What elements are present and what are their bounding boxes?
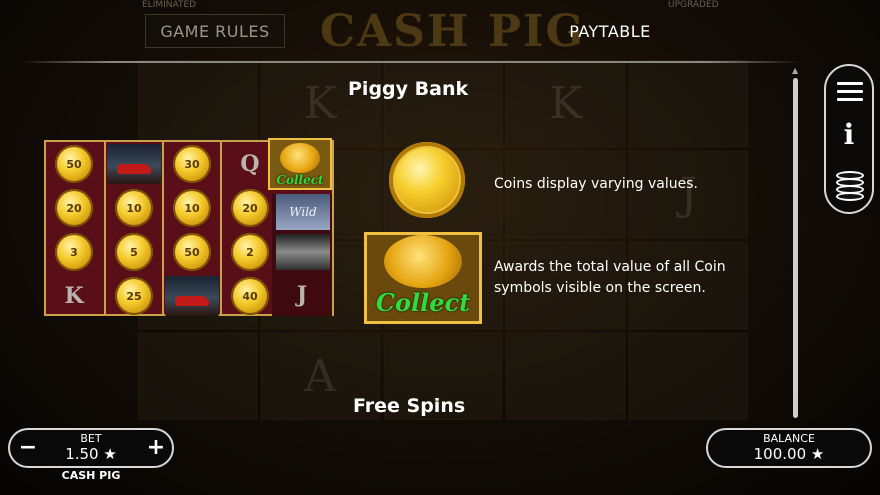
section-title-free-spins: Free Spins [353,395,466,417]
piggy-icon [280,143,320,173]
scroll-up-icon[interactable]: ▲ [792,66,798,75]
letter-symbol: J [272,274,332,316]
bg-cell: K [260,60,380,147]
game-name: CASH PIG [61,469,121,482]
tab-game-rules[interactable]: GAME RULES [145,14,285,48]
collect-description: Awards the total value of all Coin symbo… [494,259,726,296]
car-icon [165,276,219,316]
reel-column: 10 5 25 [104,142,162,315]
coin-icon: 10 [115,189,153,227]
coin-icon: 40 [231,277,269,315]
coin-icon: 50 [55,145,93,183]
info-icon[interactable]: i [826,118,872,151]
paytable-scrollbar[interactable]: ▲ [792,66,798,418]
letter-symbol: K [46,274,102,318]
coin-icon: 2 [231,233,269,271]
bg-cell [506,333,626,420]
background-tag-right: UPGRADED [668,0,719,10]
bg-cell [138,333,257,420]
coin-symbol: 50 [164,230,220,274]
letter-q: Q [240,151,260,177]
coin-icon: 50 [173,233,211,271]
reel-column: 30 10 50 [162,142,220,316]
coin-icon: 30 [173,145,211,183]
collect-symbol-small: Collect [268,138,332,190]
wild-symbol: Wild [276,194,330,230]
piggy-icon [384,235,462,288]
bg-cell [629,60,748,147]
bg-cell: K [506,60,626,147]
side-menu: i [824,64,874,214]
coin-icon: 25 [115,277,153,315]
menu-icon[interactable] [837,82,863,106]
coin-symbol: 10 [106,186,162,230]
bet-plus-button[interactable]: + [144,436,168,460]
letter-j: J [296,282,308,308]
watch-symbol [276,234,330,270]
coin-symbol: 50 [46,142,102,186]
coin-icon: 20 [55,189,93,227]
tab-paytable[interactable]: PAYTABLE [470,14,750,48]
coin-symbol: 25 [106,274,162,318]
coin-symbol: 20 [222,186,278,230]
collect-symbol-large: Collect [364,232,482,324]
background-tag-left: ELIMINATED [142,0,197,10]
balance-label: BALANCE [763,432,815,445]
letter-k: K [64,283,84,309]
coin-symbol: 30 [164,142,220,186]
bg-cell [138,60,257,147]
collect-label: Collect [276,173,324,187]
car-symbol [164,274,220,318]
coins-icon[interactable] [836,170,864,202]
bg-cell [383,60,503,147]
coin-symbol: 2 [222,230,278,274]
coin-symbol: 3 [46,230,102,274]
section-title-piggy-bank: Piggy Bank [348,78,469,100]
coin-icon: 5 [115,233,153,271]
car-symbol [106,142,162,186]
car-icon [107,144,161,184]
balance-display: BALANCE 100.00 ★ [706,428,872,468]
coin-symbol: 5 [106,230,162,274]
coin-symbol: 40 [222,274,278,318]
bet-control: − BET 1.50 ★ + [8,428,174,468]
collect-label: Collect [375,288,471,317]
coin-icon: 3 [55,233,93,271]
coin-description: Coins display varying values. [494,176,698,192]
scroll-thumb[interactable] [793,78,798,418]
coin-symbol-large [389,142,465,218]
coin-icon: 10 [173,189,211,227]
tab-divider [20,61,800,63]
balance-value: 100.00 ★ [753,445,825,463]
bg-cell [629,333,748,420]
coin-symbol: 20 [46,186,102,230]
coin-symbol: 10 [164,186,220,230]
coin-icon: 20 [231,189,269,227]
reel-column: 50 20 3 K [46,142,102,314]
